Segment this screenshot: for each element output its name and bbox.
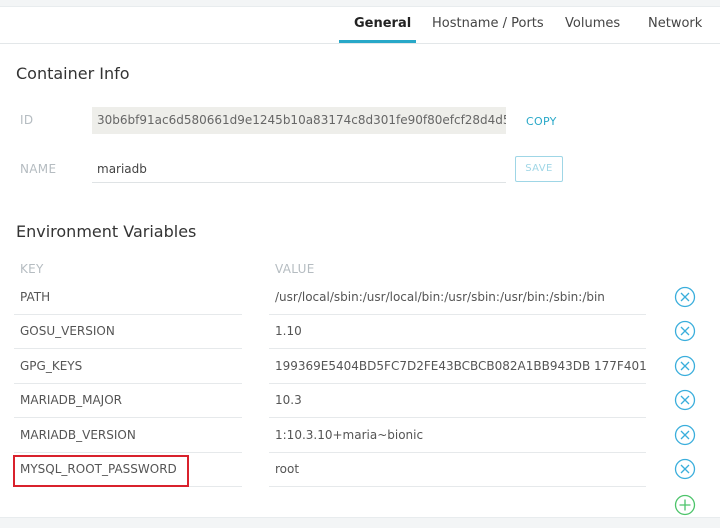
- remove-circle-icon[interactable]: [674, 389, 696, 411]
- env-value-text: 199369E5404BD5FC7D2FE43BCBCB082A1BB943DB…: [275, 359, 646, 373]
- add-circle-icon[interactable]: [674, 494, 696, 516]
- env-key-text: GPG_KEYS: [20, 359, 83, 373]
- remove-circle-icon[interactable]: [674, 424, 696, 446]
- remove-circle-icon[interactable]: [674, 458, 696, 480]
- env-row: MARIADB_MAJOR 10.3: [0, 384, 720, 418]
- env-row: MARIADB_VERSION 1:10.3.10+maria~bionic: [0, 419, 720, 453]
- env-value-field[interactable]: root: [269, 453, 646, 487]
- env-key-field[interactable]: GPG_KEYS: [14, 350, 242, 384]
- env-key-field[interactable]: PATH: [14, 281, 242, 315]
- env-key-text: PATH: [20, 290, 51, 304]
- value-column-header: VALUE: [275, 262, 315, 276]
- env-value-field[interactable]: /usr/local/sbin:/usr/local/bin:/usr/sbin…: [269, 281, 646, 315]
- name-label: NAME: [20, 162, 57, 176]
- copy-button[interactable]: COPY: [526, 115, 557, 128]
- id-label: ID: [20, 113, 34, 127]
- env-key-text: GOSU_VERSION: [20, 324, 115, 338]
- env-value-text: 1:10.3.10+maria~bionic: [275, 428, 424, 442]
- env-key-field[interactable]: MARIADB_MAJOR: [14, 384, 242, 418]
- key-column-header: KEY: [20, 262, 44, 276]
- env-key-text: MARIADB_MAJOR: [20, 393, 123, 407]
- env-value-text: /usr/local/sbin:/usr/local/bin:/usr/sbin…: [275, 290, 605, 304]
- top-strip: [0, 0, 720, 7]
- env-key-text: MARIADB_VERSION: [20, 428, 136, 442]
- env-value-field[interactable]: 199369E5404BD5FC7D2FE43BCBCB082A1BB943DB…: [269, 350, 646, 384]
- tab-volumes[interactable]: Volumes: [565, 16, 620, 31]
- tab-network[interactable]: Network: [648, 16, 702, 31]
- save-button[interactable]: SAVE: [515, 156, 563, 182]
- remove-circle-icon[interactable]: [674, 286, 696, 308]
- tab-hostname-ports[interactable]: Hostname / Ports: [432, 16, 544, 31]
- tab-general[interactable]: General: [354, 16, 411, 31]
- env-row: PATH /usr/local/sbin:/usr/local/bin:/usr…: [0, 281, 720, 315]
- remove-circle-icon[interactable]: [674, 320, 696, 342]
- env-value-text: root: [275, 462, 300, 476]
- env-key-field[interactable]: MARIADB_VERSION: [14, 419, 242, 453]
- id-value: 30b6bf91ac6d580661d9e1245b10a83174c8d301…: [92, 107, 506, 134]
- name-input[interactable]: [92, 155, 506, 183]
- container-info-title: Container Info: [16, 64, 130, 83]
- env-vars-title: Environment Variables: [16, 222, 197, 241]
- tabs-bar: General Hostname / Ports Volumes Network: [0, 7, 720, 44]
- bottom-strip: [0, 517, 720, 528]
- env-row: GOSU_VERSION 1.10: [0, 315, 720, 349]
- env-key-field[interactable]: GOSU_VERSION: [14, 315, 242, 349]
- env-value-field[interactable]: 1:10.3.10+maria~bionic: [269, 419, 646, 453]
- env-value-text: 1.10: [275, 324, 302, 338]
- env-value-field[interactable]: 10.3: [269, 384, 646, 418]
- env-row: GPG_KEYS 199369E5404BD5FC7D2FE43BCBCB082…: [0, 350, 720, 384]
- highlight-box: [13, 455, 189, 487]
- remove-circle-icon[interactable]: [674, 355, 696, 377]
- env-value-text: 10.3: [275, 393, 302, 407]
- env-value-field[interactable]: 1.10: [269, 315, 646, 349]
- active-tab-indicator: [339, 40, 416, 43]
